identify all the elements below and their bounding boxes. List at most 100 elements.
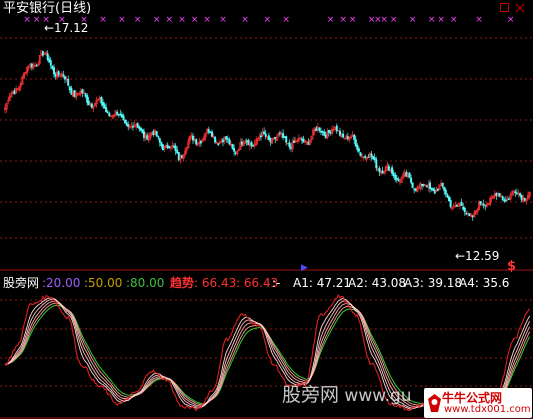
candle-body-264: [421, 184, 424, 187]
candle-body-17: [30, 63, 33, 68]
candle-body-40: [67, 78, 70, 86]
candle-body-138: [222, 139, 225, 143]
candle-body-177: [283, 136, 286, 138]
candle-body-99: [160, 142, 163, 147]
a3-readout: A3: 39.18: [404, 276, 463, 290]
candle-body-84: [136, 123, 139, 128]
candle-body-324: [515, 192, 518, 195]
candle-body-280: [446, 194, 449, 198]
candle-body-78: [127, 124, 130, 128]
candle-body-180: [288, 142, 291, 147]
candle-body-205: [327, 130, 330, 133]
signal-mark-8: ×: [153, 15, 161, 25]
signal-mark-29: ×: [507, 15, 515, 25]
sep-readout: :-: [272, 276, 281, 290]
signal-mark-9: ×: [166, 15, 174, 25]
signal-mark-23: ×: [390, 15, 398, 25]
candle-body-254: [405, 172, 408, 177]
signal-mark-19: ×: [349, 15, 357, 25]
signal-mark-24: ×: [409, 15, 417, 25]
candle-body-24: [41, 50, 44, 56]
candle-body-243: [387, 166, 390, 171]
candle-body-279: [444, 189, 447, 195]
candle-body-316: [503, 199, 506, 202]
signal-mark-12: ×: [203, 15, 211, 25]
candle-body-110: [177, 152, 180, 161]
candle-body-55: [90, 103, 93, 108]
candle-body-63: [103, 104, 106, 109]
signal-mark-5: ×: [99, 15, 107, 25]
candle-body-96: [155, 131, 158, 137]
candle-body-38: [64, 76, 67, 80]
candle-body-144: [231, 144, 234, 149]
candle-body-42: [70, 88, 73, 95]
candle-body-112: [181, 155, 184, 159]
candle-body-315: [501, 196, 504, 200]
candle-body-168: [269, 138, 272, 143]
trend-label: 趋势: [170, 276, 195, 290]
candle-body-265: [422, 184, 425, 186]
trend-readout: 趋势: 66.43: [170, 276, 237, 290]
candle-body-249: [397, 178, 400, 181]
price-chart-svg[interactable]: × × × × × × × × × × × × × × × × × × × × ××× × × × × × × ×▶: [0, 0, 533, 419]
signal-mark-0: ×: [23, 15, 31, 25]
candle-body-100: [162, 144, 165, 151]
candle-body-74: [120, 114, 123, 118]
candle-body-29: [49, 60, 52, 66]
candle-body-76: [124, 119, 127, 124]
candle-body-200: [319, 131, 322, 133]
candle-body-140: [225, 136, 228, 140]
indicator-name[interactable]: 股旁网: [3, 276, 39, 290]
candle-body-291: [463, 207, 466, 213]
candle-body-150: [241, 141, 244, 145]
candle-body-71: [116, 111, 119, 115]
candle-body-81: [132, 126, 135, 128]
site-watermark: 牛牛公式网 www.tdx001.com: [424, 388, 532, 418]
candle-body-233: [372, 156, 375, 159]
candle-body-135: [217, 143, 220, 146]
low-price-annotation: ←12.59: [455, 249, 500, 263]
a4-readout: A4: 35.6: [459, 276, 510, 290]
candle-body-223: [356, 144, 359, 150]
buy-signal-dollar: $: [507, 259, 517, 274]
candle-body-32: [54, 73, 57, 77]
level-50: :50.00: [84, 276, 123, 290]
candle-body-267: [425, 185, 428, 188]
candle-body-72: [117, 114, 120, 116]
trend-value: 66.43: [201, 276, 237, 290]
a2-readout: A2: 43.08: [348, 276, 407, 290]
candle-body-304: [484, 205, 487, 207]
candle-body-260: [414, 188, 417, 192]
candle-body-274: [436, 188, 439, 191]
candle-body-124: [199, 140, 202, 144]
candle-body-201: [321, 131, 324, 133]
candle-body-133: [214, 136, 217, 143]
candle-body-28: [48, 58, 51, 63]
candle-body-189: [302, 138, 305, 143]
candle-body-141: [226, 138, 229, 140]
candle-body-129: [207, 129, 210, 133]
candle-body-199: [318, 127, 321, 131]
signal-mark-25: ×: [428, 15, 436, 25]
candle-body-246: [392, 172, 395, 177]
maximize-button[interactable]: [500, 3, 509, 12]
candle-body-174: [278, 132, 281, 134]
candle-body-51: [84, 93, 87, 97]
candle-body-259: [413, 188, 416, 190]
candle-body-130: [209, 131, 212, 134]
site-url: www.tdx001.com: [444, 404, 531, 415]
candle-body-270: [430, 187, 433, 190]
signal-mark-17: ×: [327, 15, 335, 25]
candle-body-108: [174, 145, 177, 151]
watermark-text: 股旁网: [282, 384, 340, 406]
close-button[interactable]: [515, 3, 525, 13]
candle-body-86: [139, 127, 142, 131]
candle-body-90: [146, 135, 149, 140]
candle-body-66: [108, 113, 111, 117]
candle-body-30: [51, 65, 54, 69]
candle-body-181: [289, 146, 292, 149]
candle-body-73: [119, 113, 122, 116]
chart-stage[interactable]: × × × × × × × × × × × × × × × × × × × × × × × × × × × × × × ▶ 平安银行(日线)…: [0, 0, 533, 419]
candle-body-278: [443, 186, 446, 191]
candle-body-289: [460, 202, 463, 206]
